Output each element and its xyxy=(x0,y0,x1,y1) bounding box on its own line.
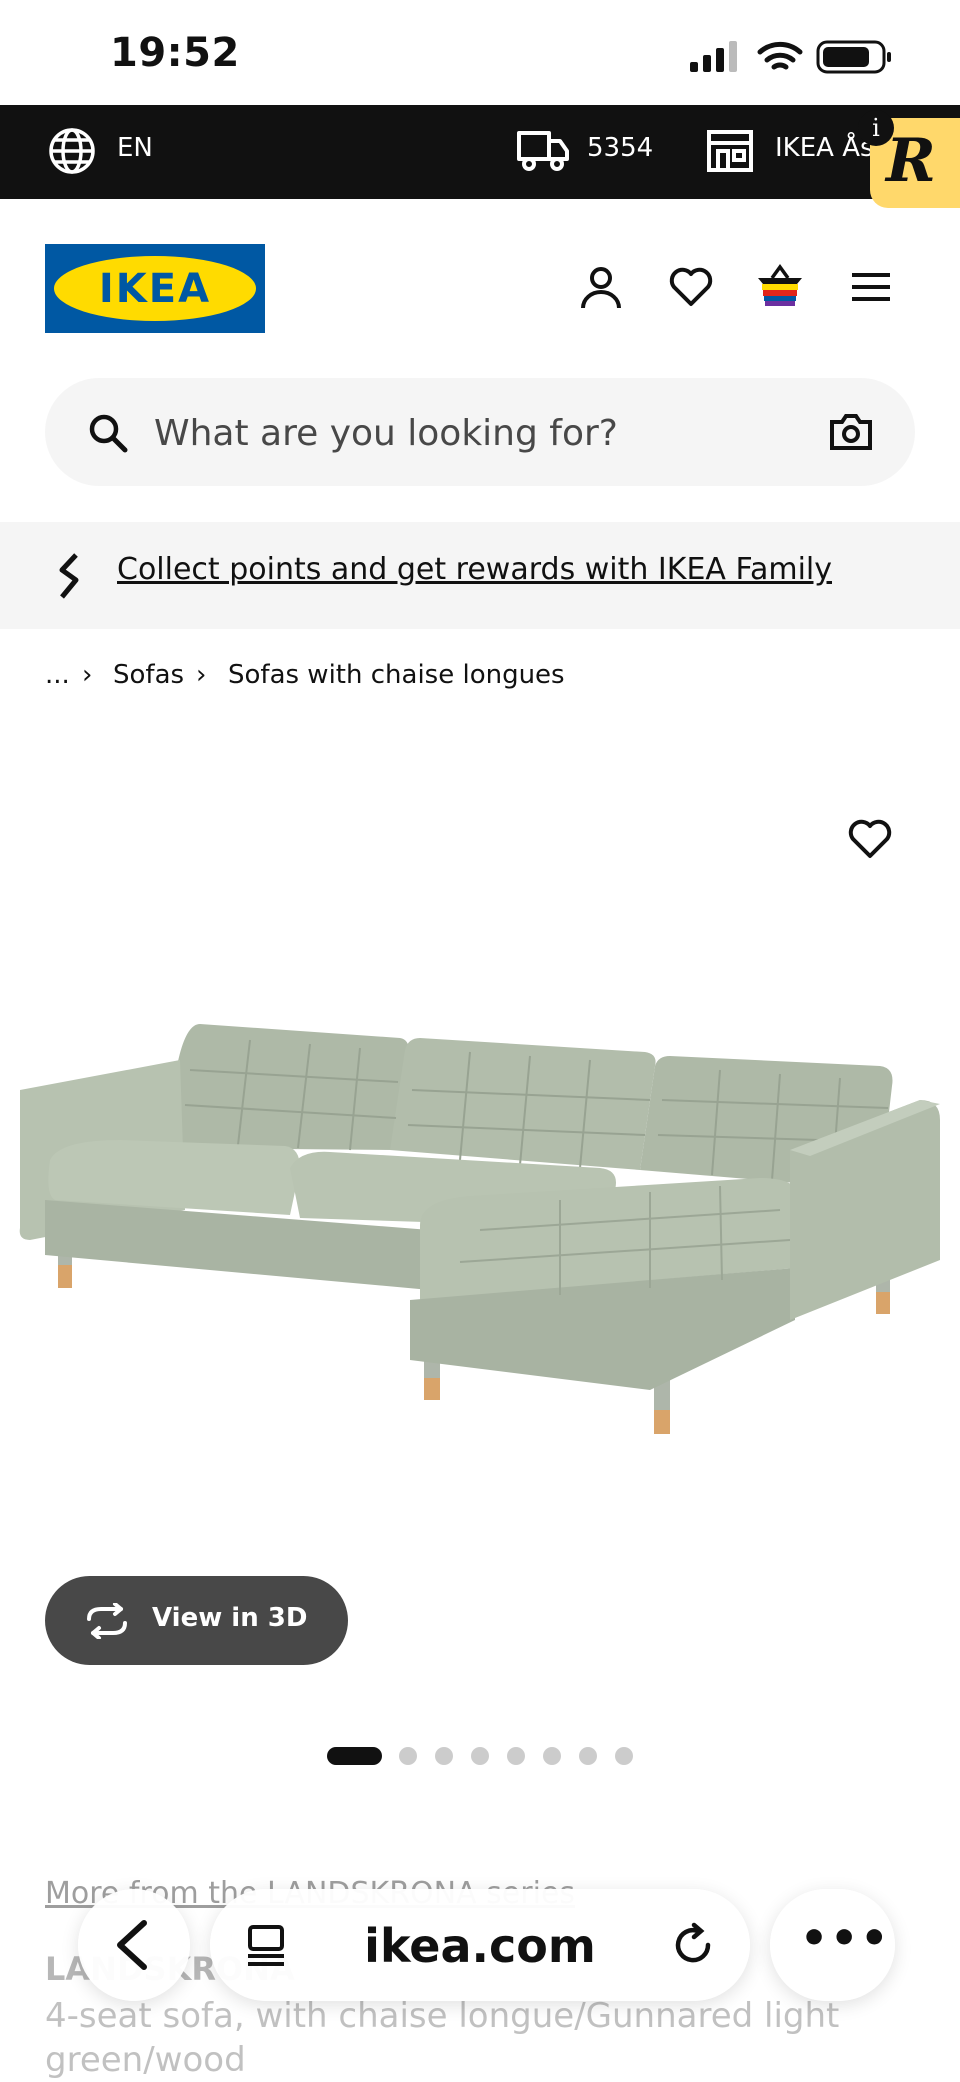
family-rewards-link[interactable]: Collect points and get rewards with IKEA… xyxy=(117,552,832,587)
domain-label: ikea.com xyxy=(364,1919,596,1973)
carousel-dot-4[interactable] xyxy=(471,1747,489,1765)
address-bar[interactable]: ikea.com xyxy=(210,1889,750,2001)
info-icon[interactable]: i xyxy=(858,110,894,146)
battery-icon xyxy=(816,40,891,74)
product-image-sofa[interactable] xyxy=(0,1000,960,1460)
profile-icon[interactable] xyxy=(578,264,624,310)
search-icon xyxy=(89,414,128,453)
top-utility-bar: EN 5354 IKEA Ås xyxy=(0,105,960,199)
carousel-dot-6[interactable] xyxy=(543,1747,561,1765)
family-link-icon xyxy=(59,553,79,599)
sofa-illustration xyxy=(19,1024,940,1434)
signal-icon xyxy=(690,41,737,72)
carousel-dot-7[interactable] xyxy=(579,1747,597,1765)
carousel-dot-3[interactable] xyxy=(435,1747,453,1765)
carousel-dot-8[interactable] xyxy=(615,1747,633,1765)
save-to-favourites-heart-icon[interactable] xyxy=(847,818,893,860)
ikea-family-banner: Collect points and get rewards with IKEA… xyxy=(0,522,960,629)
postcode-link[interactable]: 5354 xyxy=(587,133,653,163)
globe-icon[interactable] xyxy=(48,127,96,175)
chevron-right-icon: › xyxy=(82,660,93,690)
store-selector[interactable]: IKEA Ås xyxy=(775,133,874,163)
search-input[interactable] xyxy=(152,402,756,464)
wifi-icon xyxy=(757,41,803,70)
view-in-3d-label: View in 3D xyxy=(152,1603,308,1633)
favourites-heart-icon[interactable] xyxy=(668,266,714,308)
chevron-right-icon: › xyxy=(196,660,207,690)
carousel-dot-2[interactable] xyxy=(399,1747,417,1765)
language-selector[interactable]: EN xyxy=(117,133,153,163)
extension-letter: R xyxy=(886,126,936,196)
extension-badge[interactable]: R i xyxy=(858,110,960,208)
carousel-dot-1[interactable] xyxy=(327,1747,382,1765)
product-description: 4-seat sofa, with chaise longue/Gunnared… xyxy=(45,1996,840,2080)
breadcrumb-ellipsis[interactable]: ... xyxy=(45,660,70,690)
store-icon[interactable] xyxy=(706,127,754,175)
rotate-3d-icon xyxy=(87,1603,127,1639)
more-dots-icon: ••• xyxy=(800,1913,891,1964)
ikea-logo[interactable]: IKEA xyxy=(45,244,265,333)
status-icons xyxy=(690,40,891,74)
delivery-truck-icon[interactable] xyxy=(516,127,570,175)
menu-hamburger-icon[interactable] xyxy=(850,270,892,304)
breadcrumb-item-chaise[interactable]: Sofas with chaise longues xyxy=(228,660,565,690)
breadcrumb-item-sofas[interactable]: Sofas xyxy=(113,660,184,690)
back-button[interactable] xyxy=(78,1889,190,2001)
shopping-bag-icon[interactable] xyxy=(755,262,805,310)
reload-icon[interactable] xyxy=(670,1921,718,1969)
search-bar[interactable] xyxy=(45,378,915,486)
chevron-left-icon xyxy=(117,1920,147,1970)
camera-search-icon[interactable] xyxy=(829,412,873,452)
view-in-3d-button[interactable]: View in 3D xyxy=(45,1576,348,1665)
more-options-button[interactable]: ••• xyxy=(770,1889,895,2001)
carousel-dot-5[interactable] xyxy=(507,1747,525,1765)
logo-text: IKEA xyxy=(98,266,212,312)
status-time: 19:52 xyxy=(110,30,240,76)
